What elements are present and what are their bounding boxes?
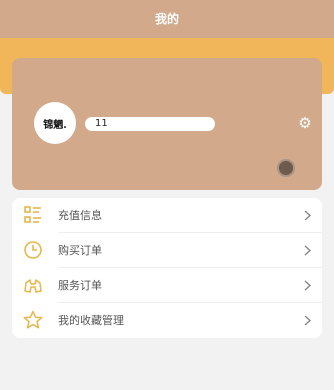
floating-dot-button[interactable] [277,159,295,177]
chevron-right-icon [304,280,312,291]
menu-item-recharge-info[interactable]: 充值信息 [12,198,322,233]
menu-item-service-orders[interactable]: 服务订单 [12,268,322,303]
chevron-right-icon [304,315,312,326]
menu-item-label: 充值信息 [58,209,102,222]
clock-icon [24,241,42,259]
avatar[interactable]: 锦魍. [34,102,76,144]
gear-icon[interactable]: ⚙ [297,115,313,131]
menu-list: 充值信息 购买订单 服务订单 我的收藏管理 [12,198,322,338]
menu-item-purchase-orders[interactable]: 购买订单 [12,233,322,268]
menu-item-favorites[interactable]: 我的收藏管理 [12,303,322,338]
profile-card: 锦魍. 11 ⚙ [12,58,322,190]
username-field[interactable]: 11 [85,117,215,131]
avatar-text: 锦魍. [43,119,67,131]
chevron-right-icon [304,210,312,221]
menu-item-label: 我的收藏管理 [58,314,124,327]
menu-item-label: 服务订单 [58,279,102,292]
binoculars-icon [24,279,42,293]
list-icon [24,206,41,223]
star-icon [23,310,43,329]
menu-item-label: 购买订单 [58,244,102,257]
page-title-bar: 我的 [0,0,334,38]
chevron-right-icon [304,245,312,256]
page-title: 我的 [154,12,179,26]
